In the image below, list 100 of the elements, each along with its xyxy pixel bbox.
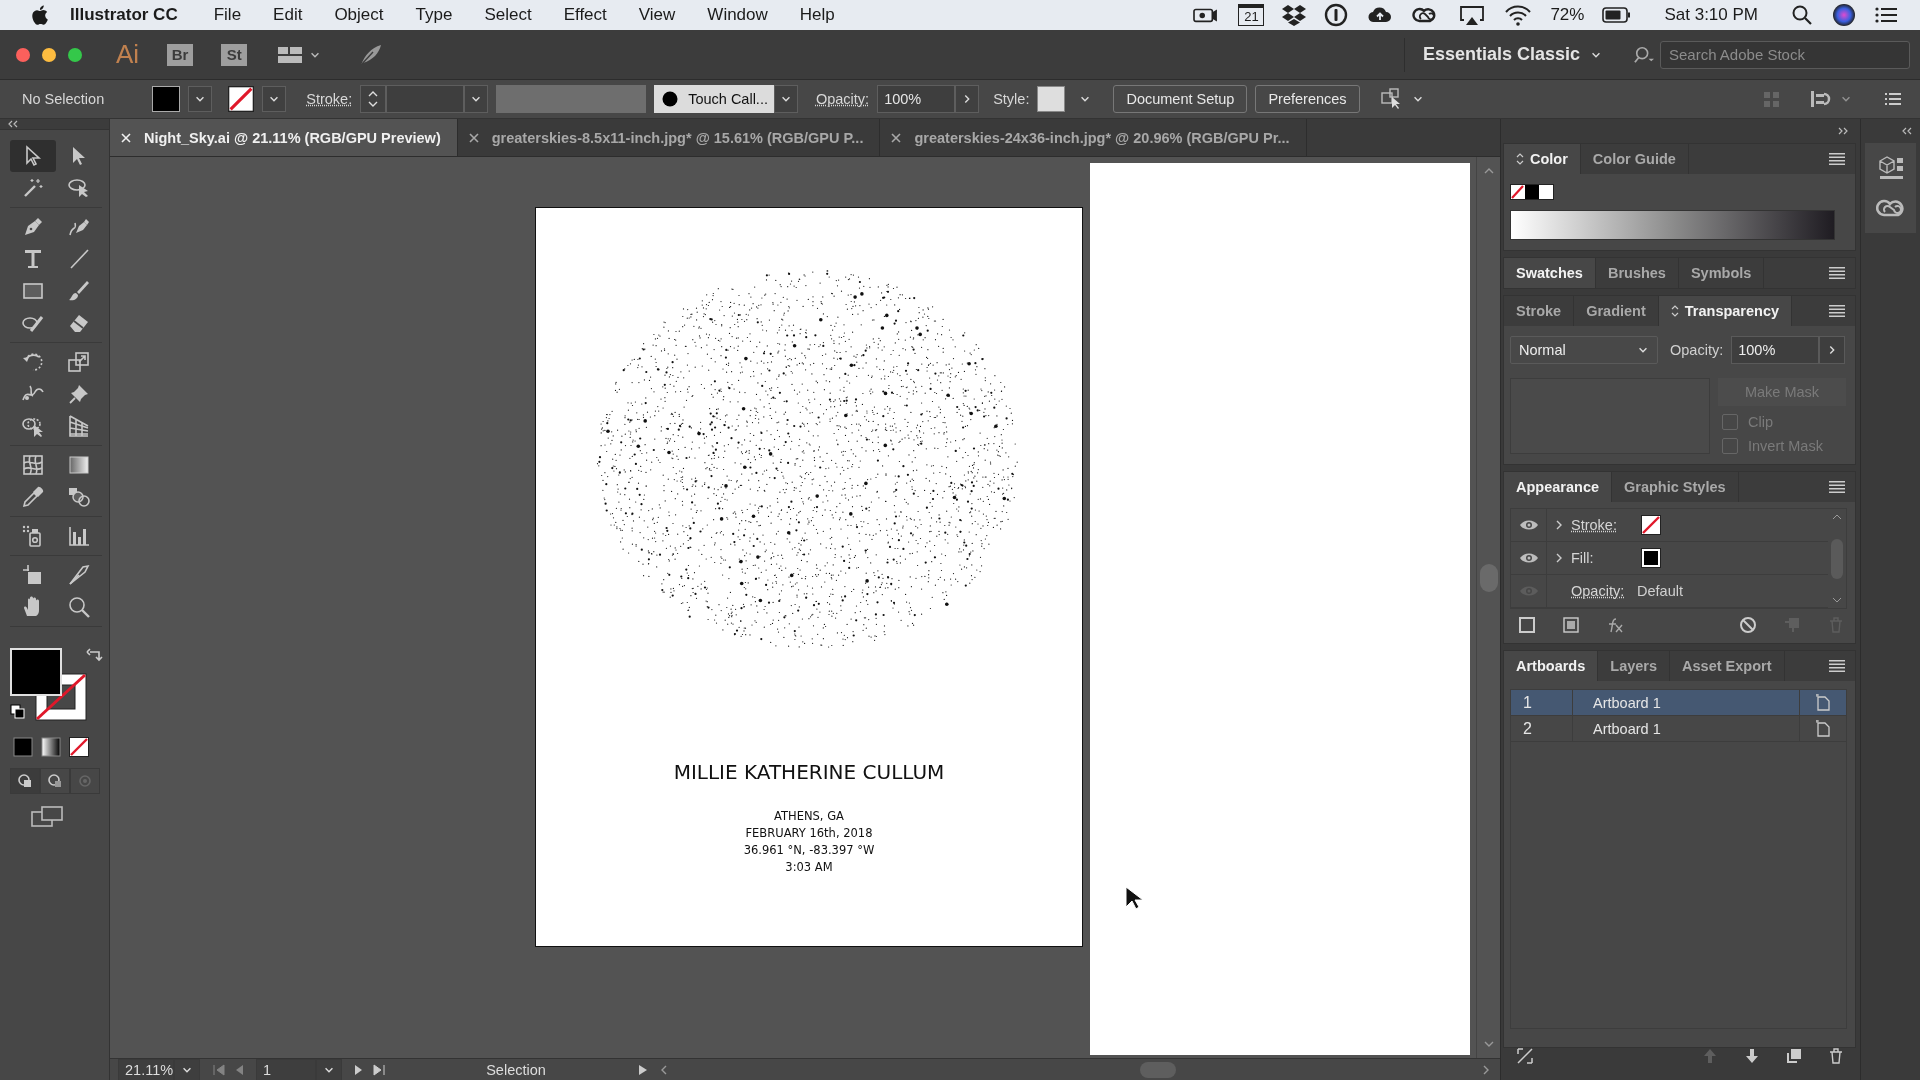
battery-icon[interactable] <box>1602 4 1633 26</box>
stroke-swatch[interactable] <box>1641 515 1661 535</box>
search-icon[interactable] <box>1790 3 1814 27</box>
screen-mode-icon[interactable] <box>30 804 64 828</box>
collapse-toggle-icon[interactable] <box>1516 153 1524 165</box>
expand-panels-icon[interactable] <box>1902 126 1912 136</box>
draw-normal-button[interactable] <box>10 768 40 794</box>
close-icon[interactable] <box>890 131 903 144</box>
close-icon[interactable] <box>467 131 480 144</box>
bridge-button[interactable]: Br <box>167 43 194 66</box>
opacity-label[interactable]: Opacity: <box>815 91 870 107</box>
menu-item[interactable]: Edit <box>257 5 319 25</box>
close-window-button[interactable] <box>16 47 30 62</box>
artboard-name[interactable]: Artboard 1 <box>1573 690 1800 715</box>
rearrange-artboards-icon[interactable] <box>1516 1047 1534 1065</box>
collapse-toggle-icon[interactable] <box>1670 305 1679 317</box>
opacity-field[interactable]: 100% <box>877 85 956 113</box>
dropbox-icon[interactable] <box>1282 3 1307 27</box>
panel-menu-icon[interactable] <box>1829 265 1845 281</box>
airplay-icon[interactable] <box>1458 3 1487 27</box>
panel-menu-icon[interactable] <box>1829 658 1845 674</box>
last-artboard-icon[interactable] <box>372 1062 386 1077</box>
clear-appearance-icon[interactable] <box>1739 616 1757 634</box>
isolate-icon[interactable] <box>1810 89 1832 109</box>
fill-swatch[interactable] <box>1641 548 1661 568</box>
graphic-style-swatch[interactable] <box>1037 86 1066 112</box>
zoom-level-field[interactable]: 21.11% <box>118 1058 174 1080</box>
document-tab[interactable]: Night_Sky.ai @ 21.11% (RGB/GPU Preview) <box>110 119 458 156</box>
panel-tab[interactable]: Color <box>1504 144 1581 174</box>
none-mode-button[interactable] <box>68 736 90 758</box>
menu-item[interactable]: Object <box>318 5 400 25</box>
panel-tab[interactable]: Color Guide <box>1580 144 1689 174</box>
panel-tab[interactable]: Appearance <box>1504 472 1612 502</box>
collapse-toolbox-icon[interactable] <box>8 119 18 129</box>
artboard-row[interactable]: 1 Artboard 1 <box>1511 690 1846 716</box>
color-mode-button[interactable] <box>12 736 34 758</box>
panel-tab[interactable]: Symbols <box>1678 258 1765 288</box>
stepper-arrows-icon[interactable] <box>367 89 380 109</box>
opacity-field[interactable]: 100% <box>1731 336 1820 364</box>
panel-tab[interactable]: Brushes <box>1595 258 1679 288</box>
fill-stroke-swatches[interactable] <box>10 648 88 722</box>
document-setup-button[interactable]: Document Setup <box>1113 85 1248 113</box>
menu-item[interactable]: Select <box>468 5 548 25</box>
calendar-icon[interactable]: 21 <box>1238 4 1265 26</box>
menu-item[interactable]: Effect <box>547 5 623 25</box>
document-tab[interactable]: greaterskies-24x36-inch.jpg* @ 20.96% (RGB/GPU Pr... <box>880 119 1307 156</box>
effects-icon[interactable] <box>1606 616 1626 634</box>
preferences-button[interactable]: Preferences <box>1255 85 1360 113</box>
artboard-name[interactable]: Artboard 1 <box>1573 716 1800 741</box>
panel-menu-icon[interactable] <box>1829 151 1845 167</box>
move-down-icon[interactable] <box>1743 1047 1761 1065</box>
stroke-swatch[interactable] <box>228 86 255 112</box>
color-swatches-drawing[interactable] <box>1510 184 1554 200</box>
document-tab[interactable]: greaterskies-8.5x11-inch.jpg* @ 15.61% (RGB/GPU P... <box>457 119 881 156</box>
panel-menu-icon[interactable] <box>1829 479 1845 495</box>
add-stroke-icon[interactable] <box>1518 616 1536 634</box>
stock-search-field[interactable]: Search Adobe Stock <box>1660 40 1910 69</box>
artboard-number-field[interactable]: 1 <box>256 1058 316 1080</box>
stroke-label[interactable]: Stroke: <box>306 91 353 107</box>
draw-behind-button[interactable] <box>40 768 70 794</box>
vertical-scrollbar[interactable] <box>1476 157 1500 1058</box>
default-colors-icon[interactable] <box>10 704 26 720</box>
selection-tool[interactable] <box>10 140 56 172</box>
panel-tab[interactable]: Stroke <box>1504 296 1575 326</box>
panel-menu-icon[interactable] <box>1884 90 1902 108</box>
panel-tab[interactable]: Asset Export <box>1670 651 1785 681</box>
trash-icon[interactable] <box>1827 1047 1845 1065</box>
menu-clock[interactable]: Sat 3:10 PM <box>1664 5 1758 25</box>
libraries-cube-icon[interactable] <box>1876 155 1905 181</box>
swap-arrows-icon[interactable] <box>86 648 104 664</box>
menu-item[interactable]: Type <box>399 5 469 25</box>
artboard-options-icon[interactable] <box>1815 693 1831 712</box>
first-artboard-icon[interactable] <box>212 1062 226 1077</box>
fill-swatch[interactable] <box>152 86 181 112</box>
panel-tab[interactable]: Transparency <box>1658 296 1793 326</box>
new-artboard-icon[interactable] <box>1785 1047 1803 1065</box>
panel-tab[interactable]: Graphic Styles <box>1612 472 1739 502</box>
add-fill-icon[interactable] <box>1562 616 1580 634</box>
panel-tab[interactable]: Layers <box>1598 651 1671 681</box>
siri-icon[interactable] <box>1832 3 1856 27</box>
artboard-row[interactable]: 2 Artboard 1 <box>1511 716 1846 742</box>
gradient-mode-button[interactable] <box>40 736 62 758</box>
collapse-panels-icon[interactable] <box>1838 126 1848 136</box>
panel-menu-icon[interactable] <box>1829 303 1845 319</box>
appearance-attribute-label[interactable]: Stroke: <box>1571 517 1641 533</box>
app-menu[interactable]: Illustrator CC <box>52 5 198 25</box>
menu-item[interactable]: File <box>197 5 258 25</box>
stock-button[interactable]: St <box>221 43 248 66</box>
panel-tab[interactable]: Swatches <box>1504 258 1596 288</box>
blend-mode-dropdown[interactable]: Normal <box>1510 336 1658 364</box>
color-spectrum-bar[interactable] <box>1510 210 1835 240</box>
zoom-window-button[interactable] <box>68 47 82 62</box>
wifi-icon[interactable] <box>1504 3 1533 27</box>
menu-item[interactable]: Window <box>691 5 784 25</box>
brush-dropdown[interactable]: Touch Call... <box>654 85 774 113</box>
artboard-options-icon[interactable] <box>1815 719 1831 738</box>
panel-tab[interactable]: Gradient <box>1574 296 1659 326</box>
scroll-up-icon[interactable] <box>1832 513 1842 521</box>
stroke-weight-stepper[interactable] <box>360 85 387 113</box>
workspace-switcher[interactable]: Essentials Classic <box>1403 37 1620 72</box>
